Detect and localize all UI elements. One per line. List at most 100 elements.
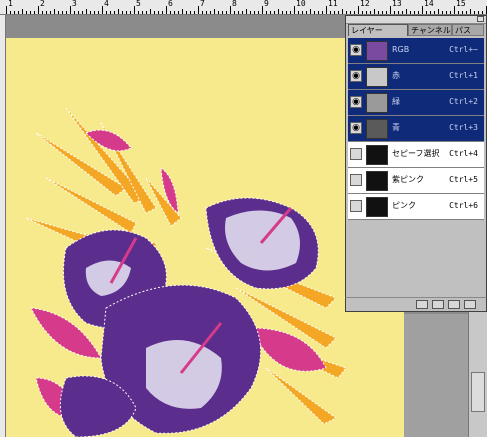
ruler-tick xyxy=(342,9,343,14)
ruler-tick xyxy=(82,11,83,14)
ruler-tick xyxy=(78,11,79,14)
channel-shortcut: Ctrl+2 xyxy=(449,97,478,106)
ruler-tick xyxy=(198,6,199,14)
ruler-tick xyxy=(454,6,455,14)
channel-row[interactable]: ピンク Ctrl+6 xyxy=(348,194,484,220)
ruler-tick xyxy=(226,11,227,14)
ruler-tick xyxy=(302,11,303,14)
new-channel-icon[interactable] xyxy=(448,300,460,309)
ruler-tick xyxy=(366,11,367,14)
ruler-tick xyxy=(230,6,231,14)
eye-icon[interactable]: ◉ xyxy=(350,122,362,134)
save-selection-icon[interactable] xyxy=(432,300,444,309)
ruler-tick xyxy=(358,6,359,14)
ruler-tick xyxy=(202,11,203,14)
tab-channels[interactable]: チャンネル xyxy=(408,24,452,36)
ruler-tick xyxy=(138,11,139,14)
ruler-tick xyxy=(54,9,55,14)
ruler-tick xyxy=(402,11,403,14)
channel-row[interactable]: ◉ 緑 Ctrl+2 xyxy=(348,90,484,116)
channel-thumbnail xyxy=(366,171,388,191)
channel-name: セピーフ選択 xyxy=(392,149,440,158)
close-icon[interactable] xyxy=(477,16,484,22)
ruler-tick xyxy=(190,11,191,14)
trash-icon[interactable] xyxy=(464,300,476,309)
ruler-tick xyxy=(430,11,431,14)
channel-row[interactable]: セピーフ選択 Ctrl+4 xyxy=(348,142,484,168)
ruler-tick xyxy=(238,11,239,14)
ruler-label: 10 xyxy=(296,0,306,8)
channel-thumbnail xyxy=(366,93,388,113)
tab-layers[interactable]: レイヤー xyxy=(348,24,408,36)
visibility-toggle[interactable] xyxy=(350,174,362,186)
ruler-tick xyxy=(290,11,291,14)
ruler-tick xyxy=(98,11,99,14)
channel-row[interactable]: ◉ 赤 Ctrl+1 xyxy=(348,64,484,90)
ruler-tick xyxy=(306,11,307,14)
ruler-tick xyxy=(10,11,11,14)
ruler-tick xyxy=(222,11,223,14)
ruler-tick xyxy=(270,11,271,14)
ruler-tick xyxy=(74,11,75,14)
channel-name: RGB xyxy=(392,45,410,54)
load-selection-icon[interactable] xyxy=(416,300,428,309)
ruler-tick xyxy=(414,11,415,14)
ruler-tick xyxy=(46,11,47,14)
vertical-scrollbar[interactable] xyxy=(468,312,487,437)
channel-name: 紫ピンク xyxy=(392,175,424,184)
ruler-tick xyxy=(326,6,327,14)
ruler-tick xyxy=(234,11,235,14)
ruler-tick xyxy=(298,11,299,14)
channel-row[interactable]: ◉ RGB Ctrl+~ xyxy=(348,38,484,64)
channel-name: 緑 xyxy=(392,97,400,106)
ruler-tick xyxy=(262,6,263,14)
tab-paths[interactable]: パス xyxy=(452,24,484,36)
channel-shortcut: Ctrl+1 xyxy=(449,71,478,80)
ruler-tick xyxy=(446,11,447,14)
ruler-label: 9 xyxy=(264,0,269,8)
scroll-thumb[interactable] xyxy=(471,372,485,412)
ruler-tick xyxy=(474,11,475,14)
eye-icon[interactable]: ◉ xyxy=(350,44,362,56)
ruler-tick xyxy=(22,9,23,14)
ruler-tick xyxy=(330,11,331,14)
ruler-tick xyxy=(294,6,295,14)
ruler-tick xyxy=(58,11,59,14)
ruler-tick xyxy=(470,9,471,14)
ruler-tick xyxy=(258,11,259,14)
panel-titlebar[interactable] xyxy=(346,16,486,24)
ruler-label: 5 xyxy=(136,0,141,8)
visibility-toggle[interactable] xyxy=(350,200,362,212)
ruler-tick xyxy=(482,11,483,14)
ruler-tick xyxy=(254,11,255,14)
ruler-tick xyxy=(62,11,63,14)
ruler-tick xyxy=(102,6,103,14)
ruler-tick xyxy=(278,9,279,14)
ruler-tick xyxy=(126,11,127,14)
ruler-label: 11 xyxy=(328,0,338,8)
ruler-tick xyxy=(310,9,311,14)
ruler-tick xyxy=(242,11,243,14)
eye-icon[interactable]: ◉ xyxy=(350,96,362,108)
ruler-tick xyxy=(394,11,395,14)
ruler-tick xyxy=(206,11,207,14)
channel-thumbnail xyxy=(366,41,388,61)
ruler-tick xyxy=(250,11,251,14)
ruler-tick xyxy=(38,6,39,14)
ruler-tick xyxy=(286,11,287,14)
channel-row[interactable]: 紫ピンク Ctrl+5 xyxy=(348,168,484,194)
ruler-label: 12 xyxy=(360,0,370,8)
ruler-tick xyxy=(146,11,147,14)
ruler-tick xyxy=(350,11,351,14)
ruler-tick xyxy=(426,11,427,14)
ruler-tick xyxy=(6,6,7,14)
ruler-tick xyxy=(354,11,355,14)
ruler-tick xyxy=(174,11,175,14)
channel-row[interactable]: ◉ 青 Ctrl+3 xyxy=(348,116,484,142)
visibility-toggle[interactable] xyxy=(350,148,362,160)
ruler-tick xyxy=(318,11,319,14)
ruler-tick xyxy=(334,11,335,14)
ruler-tick xyxy=(134,6,135,14)
eye-icon[interactable]: ◉ xyxy=(350,70,362,82)
ruler-tick xyxy=(314,11,315,14)
